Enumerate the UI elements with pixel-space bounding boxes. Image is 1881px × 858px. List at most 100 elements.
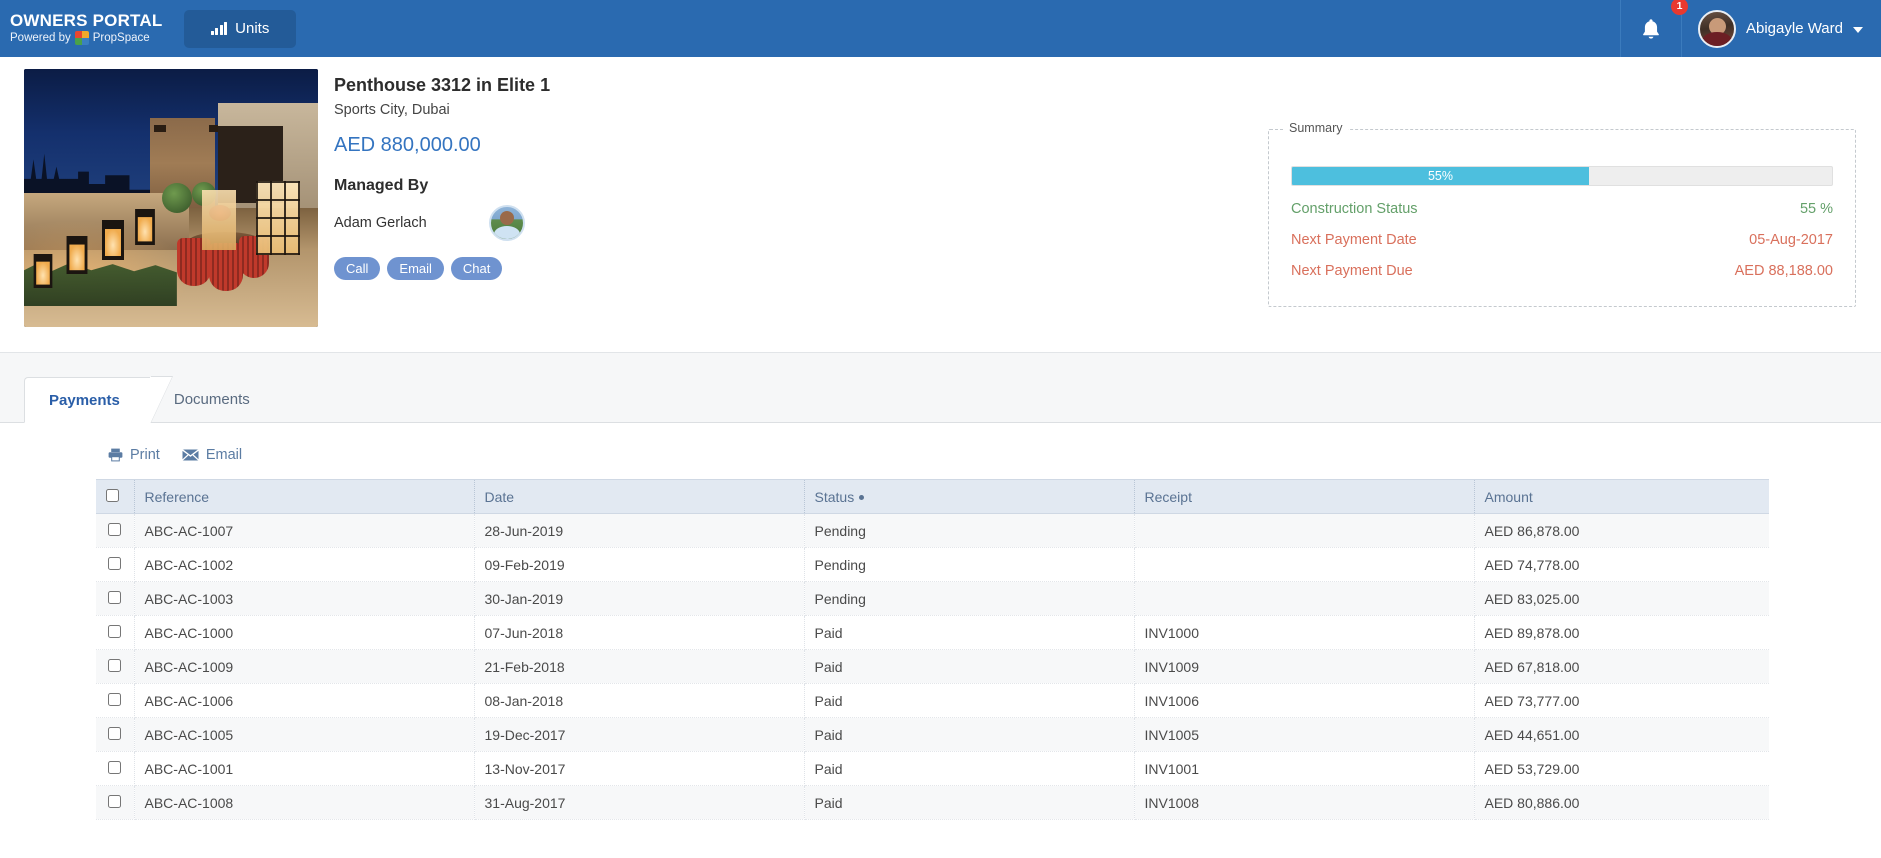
cell-date: 31-Aug-2017 [474, 785, 805, 820]
tab-documents[interactable]: Documents [150, 376, 280, 422]
column-header-status-label: Status [814, 488, 855, 505]
row-select-cell [96, 615, 135, 650]
summary-row-next-payment-due: Next Payment Due AED 88,188.00 [1291, 263, 1833, 279]
select-all-checkbox[interactable] [106, 488, 119, 502]
row-checkbox[interactable] [108, 692, 122, 706]
notifications-button[interactable]: 1 [1620, 0, 1688, 57]
cell-receipt: INV1001 [1134, 751, 1475, 786]
app-title: OWNERS PORTAL [10, 10, 163, 30]
row-select-cell [96, 649, 135, 684]
cell-reference: ABC-AC-1005 [134, 717, 475, 752]
column-header-receipt[interactable]: Receipt [1134, 479, 1475, 514]
cell-receipt: INV1006 [1134, 683, 1475, 718]
email-button[interactable]: Email [387, 257, 444, 280]
cell-reference: ABC-AC-1007 [134, 513, 475, 548]
cell-receipt [1134, 513, 1475, 548]
cell-amount: AED 74,778.00 [1474, 547, 1769, 582]
powered-by: Powered by PropSpace [10, 31, 178, 46]
cell-reference: ABC-AC-1008 [134, 785, 475, 820]
bar-chart-icon [210, 21, 228, 35]
summary-value-next-payment-date: 05-Aug-2017 [1749, 232, 1833, 248]
cell-date: 30-Jan-2019 [474, 581, 805, 616]
summary-row-construction-status: Construction Status 55 % [1291, 201, 1833, 217]
manager-name: Adam Gerlach [334, 215, 427, 231]
row-checkbox[interactable] [108, 590, 122, 604]
summary-legend: Summary [1283, 121, 1349, 135]
cell-reference: ABC-AC-1001 [134, 751, 475, 786]
property-location: Sports City, Dubai [334, 102, 450, 118]
cell-reference: ABC-AC-1000 [134, 615, 475, 650]
row-checkbox[interactable] [108, 658, 122, 672]
table-row[interactable]: ABC-AC-1001 13-Nov-2017 Paid INV1001 AED 53,… [96, 751, 1769, 786]
row-select-cell [96, 717, 135, 752]
payments-panel: Print Email Reference Date Status Receip… [0, 423, 1881, 820]
row-checkbox[interactable] [108, 556, 122, 570]
table-row[interactable]: ABC-AC-1008 31-Aug-2017 Paid INV1008 AED 80,… [96, 785, 1769, 820]
cell-receipt: INV1009 [1134, 649, 1475, 684]
cell-amount: AED 44,651.00 [1474, 717, 1769, 752]
column-header-reference[interactable]: Reference [134, 479, 475, 514]
cell-status: Paid [804, 751, 1135, 786]
summary-value-construction-status: 55 % [1799, 201, 1833, 217]
cell-status: Paid [804, 615, 1135, 650]
row-select-cell [96, 751, 135, 786]
payments-table: Reference Date Status Receipt Amount ABC… [96, 479, 1769, 820]
table-row[interactable]: ABC-AC-1007 28-Jun-2019 Pending AED 86,878.… [96, 513, 1769, 548]
cell-date: 21-Feb-2018 [474, 649, 805, 684]
user-name-label: Abigayle Ward [1746, 20, 1843, 37]
cell-date: 13-Nov-2017 [474, 751, 805, 786]
column-header-status[interactable]: Status [804, 479, 1135, 514]
summary-label-next-payment-date: Next Payment Date [1291, 232, 1417, 248]
cell-date: 19-Dec-2017 [474, 717, 805, 752]
propspace-logo-icon [74, 31, 89, 46]
user-menu[interactable]: Abigayle Ward [1682, 0, 1881, 57]
cell-receipt: INV1005 [1134, 717, 1475, 752]
cell-date: 08-Jan-2018 [474, 683, 805, 718]
row-checkbox[interactable] [108, 760, 122, 774]
tab-bar: Payments Documents [0, 353, 1881, 423]
units-button[interactable]: Units [184, 9, 296, 48]
chat-button[interactable]: Chat [450, 257, 503, 280]
call-button[interactable]: Call [334, 257, 381, 280]
row-select-cell [96, 683, 135, 718]
table-row[interactable]: ABC-AC-1002 09-Feb-2019 Pending AED 74,778.… [96, 547, 1769, 582]
app-header: OWNERS PORTAL Powered by PropSpace Units… [0, 0, 1881, 57]
table-head: Reference Date Status Receipt Amount [96, 479, 1769, 514]
cell-amount: AED 89,878.00 [1474, 615, 1769, 650]
printer-icon [108, 448, 123, 462]
units-button-label: Units [235, 20, 270, 37]
property-photo [24, 69, 318, 327]
cell-amount: AED 83,025.00 [1474, 581, 1769, 616]
row-checkbox[interactable] [108, 794, 122, 808]
summary-value-next-payment-due: AED 88,188.00 [1734, 263, 1833, 279]
cell-reference: ABC-AC-1002 [134, 547, 475, 582]
table-row[interactable]: ABC-AC-1005 19-Dec-2017 Paid INV1005 AED 44,… [96, 717, 1769, 752]
cell-amount: AED 53,729.00 [1474, 751, 1769, 786]
table-row[interactable]: ABC-AC-1006 08-Jan-2018 Paid INV1006 AED 73,… [96, 683, 1769, 718]
property-summary-panel: Penthouse 3312 in Elite 1 Sports City, D… [0, 57, 1881, 353]
column-header-amount[interactable]: Amount [1474, 479, 1769, 514]
cell-status: Pending [804, 513, 1135, 548]
row-checkbox[interactable] [108, 726, 122, 740]
cell-amount: AED 67,818.00 [1474, 649, 1769, 684]
row-select-cell [96, 513, 135, 548]
row-checkbox[interactable] [108, 624, 122, 638]
email-table-button[interactable]: Email [181, 447, 242, 463]
tab-documents-label: Documents [173, 390, 250, 408]
row-checkbox[interactable] [108, 522, 122, 536]
print-button[interactable]: Print [108, 447, 160, 463]
table-row[interactable]: ABC-AC-1000 07-Jun-2018 Paid INV1000 AED 89,… [96, 615, 1769, 650]
manager-avatar [488, 205, 525, 241]
column-header-date[interactable]: Date [474, 479, 805, 514]
table-row[interactable]: ABC-AC-1009 21-Feb-2018 Paid INV1009 AED 67,… [96, 649, 1769, 684]
table-row[interactable]: ABC-AC-1003 30-Jan-2019 Pending AED 83,025.… [96, 581, 1769, 616]
tab-payments[interactable]: Payments [24, 377, 150, 423]
cell-status: Paid [804, 717, 1135, 752]
summary-label-construction-status: Construction Status [1291, 201, 1418, 217]
cell-amount: AED 80,886.00 [1474, 785, 1769, 820]
avatar [1698, 9, 1736, 48]
cell-status: Paid [804, 649, 1135, 684]
cell-status: Paid [804, 785, 1135, 820]
table-header-row: Reference Date Status Receipt Amount [96, 479, 1769, 514]
row-select-cell [96, 581, 135, 616]
